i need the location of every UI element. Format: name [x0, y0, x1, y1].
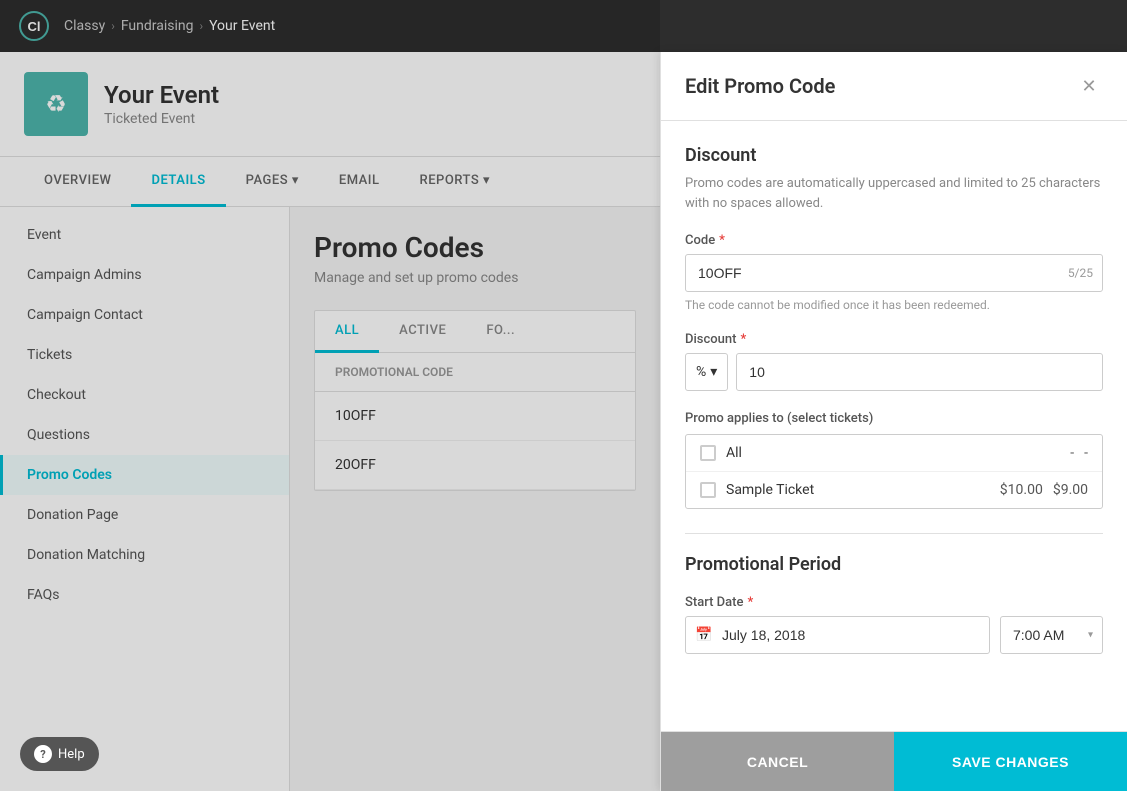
panel-title: Edit Promo Code: [685, 74, 835, 98]
ticket-all-checkbox[interactable]: [700, 445, 716, 461]
discount-row: % ▾: [685, 353, 1103, 391]
start-date-input[interactable]: [685, 616, 990, 654]
ticket-all-price: -: [1070, 445, 1074, 461]
date-row: 📅 7:00 AM 8:00 AM 9:00 AM ▾: [685, 616, 1103, 654]
help-icon: ?: [34, 745, 52, 763]
discount-section-title: Discount: [685, 145, 1103, 166]
discount-section-desc: Promo codes are automatically uppercased…: [685, 174, 1103, 213]
ticket-sample-price: $10.00: [1000, 482, 1043, 498]
start-date-label: Start Date *: [685, 595, 1103, 610]
discount-required-star: *: [740, 332, 746, 347]
ticket-sample-checkbox[interactable]: [700, 482, 716, 498]
tickets-box: All - - Sample Ticket $10.00 $9.00: [685, 434, 1103, 509]
code-input[interactable]: [685, 254, 1103, 292]
discount-field-label: Discount *: [685, 332, 1103, 347]
ticket-sample-name: Sample Ticket: [726, 482, 990, 498]
discount-type-select[interactable]: % ▾: [685, 353, 728, 391]
panel-header: Edit Promo Code ✕: [661, 52, 1127, 121]
save-changes-button[interactable]: SAVE CHANGES: [894, 732, 1127, 791]
main-area: ♻ Your Event Ticketed Event OVERVIEW DET…: [0, 52, 1127, 791]
help-button[interactable]: ? Help: [20, 737, 99, 771]
ticket-sample-discounted: $9.00: [1053, 482, 1088, 498]
help-label: Help: [58, 747, 85, 762]
close-button[interactable]: ✕: [1075, 72, 1103, 100]
start-time-select[interactable]: 7:00 AM 8:00 AM 9:00 AM: [1000, 616, 1103, 654]
applies-to-label: Promo applies to (select tickets): [685, 411, 1103, 426]
panel-footer: CANCEL SAVE CHANGES: [661, 731, 1127, 791]
discount-type-chevron: ▾: [710, 364, 717, 380]
ticket-all-name: All: [726, 445, 1060, 461]
ticket-row-sample: Sample Ticket $10.00 $9.00: [686, 472, 1102, 508]
code-input-wrap: 5/25: [685, 254, 1103, 292]
overlay: [0, 0, 660, 791]
calendar-icon: 📅: [695, 627, 712, 643]
left-panel: ♻ Your Event Ticketed Event OVERVIEW DET…: [0, 52, 660, 791]
discount-value-input[interactable]: [736, 353, 1103, 391]
time-select-wrap: 7:00 AM 8:00 AM 9:00 AM ▾: [1000, 616, 1103, 654]
date-input-wrap: 📅: [685, 616, 990, 654]
start-date-required-star: *: [747, 595, 753, 610]
edit-promo-panel: Edit Promo Code ✕ Discount Promo codes a…: [660, 52, 1127, 791]
panel-body: Discount Promo codes are automatically u…: [661, 121, 1127, 731]
promo-period-title: Promotional Period: [685, 554, 1103, 575]
code-field-label: Code *: [685, 233, 1103, 248]
section-divider: [685, 533, 1103, 534]
ticket-all-discounted: -: [1084, 445, 1088, 461]
code-field-hint: The code cannot be modified once it has …: [685, 298, 1103, 312]
code-required-star: *: [719, 233, 725, 248]
ticket-row-all: All - -: [686, 435, 1102, 472]
cancel-button[interactable]: CANCEL: [661, 732, 894, 791]
char-count: 5/25: [1068, 266, 1093, 280]
